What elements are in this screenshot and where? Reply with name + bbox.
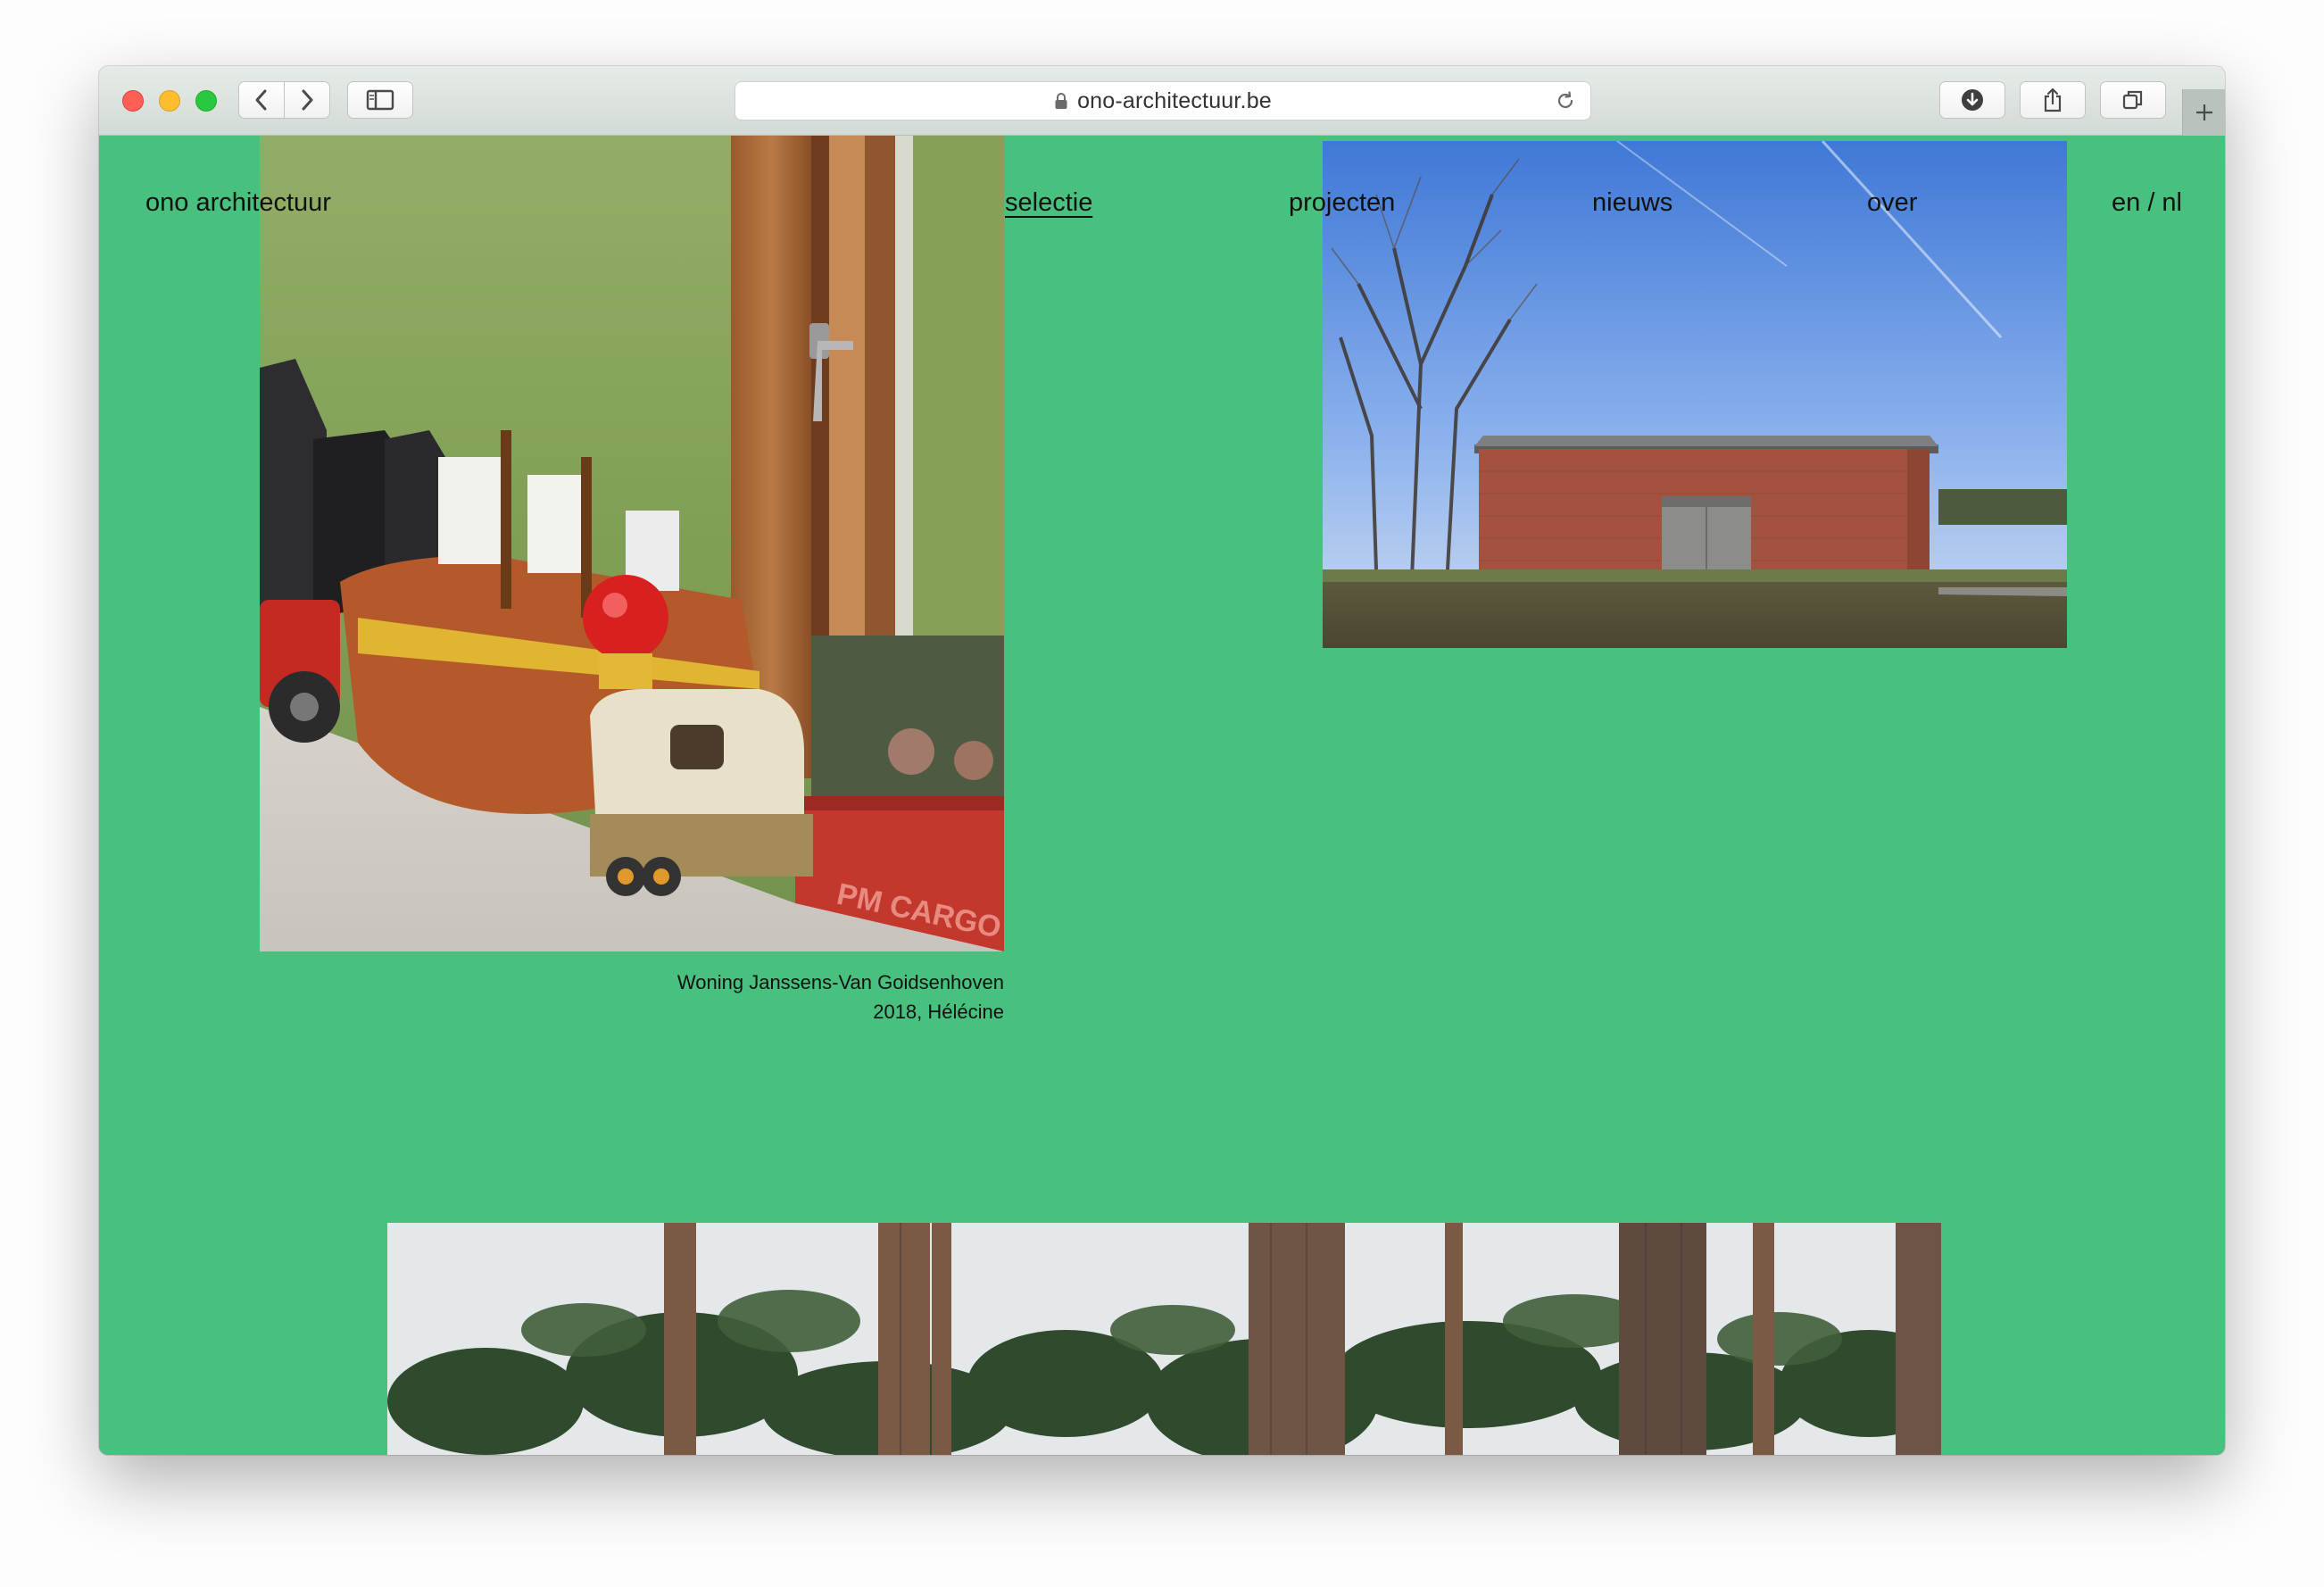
share-button[interactable] — [2020, 81, 2086, 119]
toys-on-windowsill-photo: PM CARGO — [260, 136, 1004, 951]
back-button[interactable] — [238, 81, 285, 119]
downloads-button[interactable] — [1939, 81, 2005, 119]
tab-overview-button[interactable] — [2100, 81, 2166, 119]
nav-link-over[interactable]: over — [1867, 187, 1917, 218]
sidebar-toggle-button[interactable] — [347, 81, 413, 119]
chevron-right-icon — [302, 89, 313, 111]
sidebar-icon — [366, 89, 394, 111]
project-image-forest[interactable] — [387, 1223, 1941, 1455]
browser-toolbar: ono-architectuur.be — [99, 66, 2225, 136]
web-page: PM CARGO Woning Janssens-Van Goidsenhove… — [99, 136, 2225, 1455]
share-icon — [2044, 87, 2062, 112]
reload-icon[interactable] — [1555, 90, 1576, 112]
new-tab-button[interactable] — [2182, 89, 2225, 136]
download-icon — [1962, 89, 1983, 111]
nav-link-projecten[interactable]: projecten — [1289, 187, 1395, 218]
minimize-window-button[interactable] — [159, 90, 180, 112]
plus-icon — [2195, 104, 2212, 120]
screen: ono-architectuur.be PM CARGO Woning Jans… — [0, 0, 2324, 1587]
nav-link-nieuws[interactable]: nieuws — [1592, 187, 1672, 218]
chevron-left-icon — [255, 89, 267, 111]
project-image-toys[interactable]: PM CARGO — [260, 136, 1004, 951]
project-meta: 2018, Hélécine — [873, 1001, 1004, 1023]
forward-button[interactable] — [284, 81, 330, 119]
url-text: ono-architectuur.be — [1077, 87, 1272, 113]
close-window-button[interactable] — [122, 90, 144, 112]
project-image-barn[interactable] — [1323, 141, 2067, 648]
nav-link-selectie[interactable]: selectie — [1005, 187, 1092, 218]
address-bar[interactable]: ono-architectuur.be — [735, 81, 1591, 120]
project-title: Woning Janssens-Van Goidsenhoven — [676, 971, 1004, 993]
tabs-overview-icon — [2122, 90, 2143, 110]
site-logo[interactable]: ono architectuur — [145, 187, 331, 218]
brick-barn-photo — [1323, 141, 2067, 648]
maximize-window-button[interactable] — [195, 90, 217, 112]
browser-window: ono-architectuur.be PM CARGO Woning Jans… — [99, 66, 2225, 1455]
language-switcher[interactable]: en / nl — [2112, 187, 2182, 218]
pine-forest-photo — [387, 1223, 1941, 1455]
project-caption[interactable]: Woning Janssens-Van Goidsenhoven 2018, H… — [635, 968, 1004, 1026]
lock-icon — [1055, 93, 1067, 109]
